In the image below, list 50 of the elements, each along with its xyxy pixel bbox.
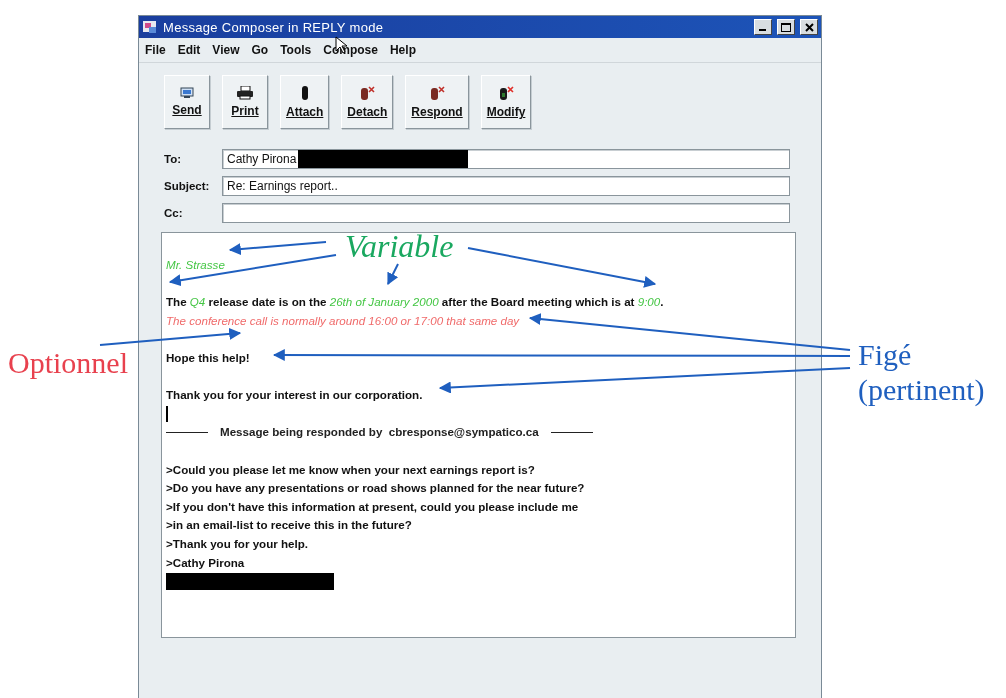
paperclip-icon [300,85,309,101]
minimize-button[interactable] [754,19,772,35]
input-field[interactable]: Re: Earnings report.. [222,176,790,196]
field-label: To: [164,153,183,165]
printer-icon [236,86,254,100]
maximize-icon [781,22,791,32]
message-line: >Do you have any presentations or road shows planned for the near future? [166,480,585,497]
annotation-label: Variable [345,228,454,265]
maximize-button[interactable] [777,19,795,35]
menu-item[interactable]: Edit [177,43,201,57]
message-line: Mr. Strasse [166,257,225,273]
toolbar-button[interactable]: Print [222,75,268,129]
menu-item[interactable]: Help [389,43,416,57]
field-label: Subject: [164,180,211,192]
annotation-label: Optionnel [8,346,128,381]
menu-item[interactable]: View [212,43,240,57]
clip-cross-icon [498,85,515,101]
message-line: >in an email-list to receive this in the future? [166,517,412,534]
menu-item[interactable]: File [145,43,166,57]
clip-cross-icon [359,85,376,101]
annotation-arrow [387,263,399,286]
app-icon [142,19,158,35]
message-line: >If you don't have this information at present, could you please include me [166,498,579,515]
toolbar-button[interactable]: Modify [480,75,532,129]
menu-item[interactable]: Tools [280,43,312,57]
toolbar-button[interactable]: Attach [280,75,330,129]
message-line: Hope this help! [166,349,250,366]
input-field[interactable] [222,203,790,223]
annotation-label: Figé (pertinent) [858,338,985,407]
clip-cross-icon [429,85,446,101]
text-cursor [166,406,168,423]
quote-separator-text: Message being responded by cbresponse@sympatico.ca [220,424,539,441]
message-line: >Could you please let me know when your next earnings report is? [166,461,535,478]
close-icon [804,22,814,32]
toolbar-button[interactable]: Send [164,75,210,129]
toolbar-button[interactable]: Respond [405,75,469,129]
menu-item[interactable]: Compose [323,43,378,57]
toolbar-button[interactable]: Detach [341,75,394,129]
monitor-icon [180,87,194,99]
message-line: Thank you for your interest in our corporation. [166,387,423,404]
message-line: >Cathy Pirona [166,554,245,571]
message-line: The Q4 release date is on the 26th of January 2000 after the Board meeting which is at 9:00. [166,294,664,311]
field-label: Cc: [164,207,184,219]
message-body-field[interactable] [161,232,796,638]
message-line: The conference call is normally around 16:00 or 17:00 that same day [166,312,520,329]
close-button[interactable] [800,19,818,35]
message-line: >Thank you for your help. [166,535,309,552]
menu-item[interactable]: Go [251,43,269,57]
input-field[interactable]: Cathy Pirona [222,149,790,169]
window-title: Message Composer in REPLY mode [163,19,384,35]
